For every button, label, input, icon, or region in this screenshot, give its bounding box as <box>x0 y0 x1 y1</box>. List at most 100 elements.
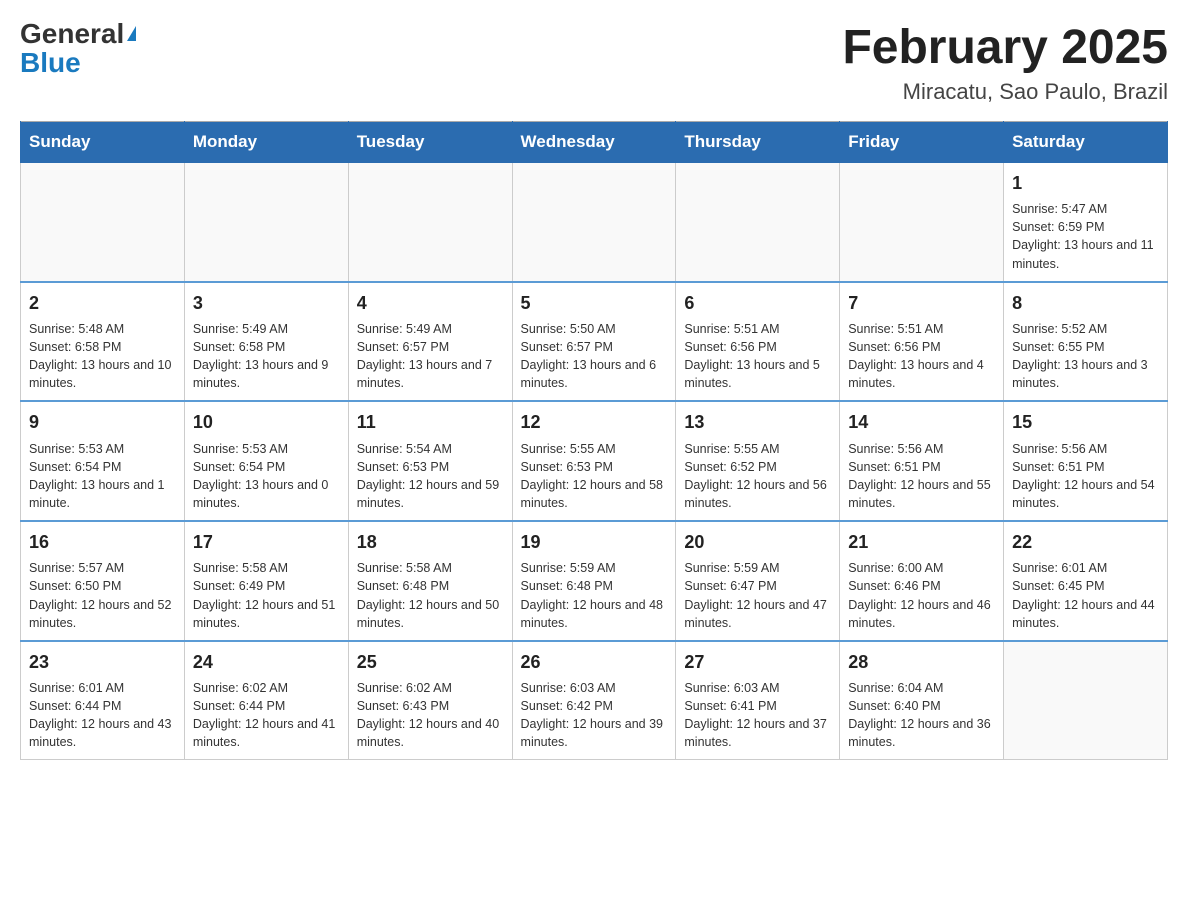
calendar-cell <box>21 163 185 282</box>
calendar-cell: 18 Sunrise: 5:58 AMSunset: 6:48 PMDayligh… <box>348 521 512 641</box>
day-number: 19 <box>521 530 668 555</box>
day-info: Sunrise: 5:50 AMSunset: 6:57 PMDaylight:… <box>521 320 668 393</box>
calendar-cell: 15 Sunrise: 5:56 AMSunset: 6:51 PMDayligh… <box>1004 401 1168 521</box>
day-info: Sunrise: 5:51 AMSunset: 6:56 PMDaylight:… <box>684 320 831 393</box>
day-info: Sunrise: 5:52 AMSunset: 6:55 PMDaylight:… <box>1012 320 1159 393</box>
day-info: Sunrise: 5:58 AMSunset: 6:48 PMDaylight:… <box>357 559 504 632</box>
day-number: 4 <box>357 291 504 316</box>
day-number: 26 <box>521 650 668 675</box>
calendar-cell: 1 Sunrise: 5:47 AMSunset: 6:59 PMDaylight… <box>1004 163 1168 282</box>
weekday-header-sunday: Sunday <box>21 122 185 163</box>
day-info: Sunrise: 5:58 AMSunset: 6:49 PMDaylight:… <box>193 559 340 632</box>
weekday-header-wednesday: Wednesday <box>512 122 676 163</box>
day-info: Sunrise: 5:51 AMSunset: 6:56 PMDaylight:… <box>848 320 995 393</box>
calendar-cell: 24 Sunrise: 6:02 AMSunset: 6:44 PMDayligh… <box>184 641 348 760</box>
calendar-cell: 4 Sunrise: 5:49 AMSunset: 6:57 PMDaylight… <box>348 282 512 402</box>
day-number: 24 <box>193 650 340 675</box>
day-number: 6 <box>684 291 831 316</box>
day-number: 2 <box>29 291 176 316</box>
week-row-2: 2 Sunrise: 5:48 AMSunset: 6:58 PMDaylight… <box>21 282 1168 402</box>
day-info: Sunrise: 5:47 AMSunset: 6:59 PMDaylight:… <box>1012 200 1159 273</box>
calendar-cell: 27 Sunrise: 6:03 AMSunset: 6:41 PMDayligh… <box>676 641 840 760</box>
day-info: Sunrise: 6:04 AMSunset: 6:40 PMDaylight:… <box>848 679 995 752</box>
calendar-cell <box>676 163 840 282</box>
day-info: Sunrise: 6:03 AMSunset: 6:41 PMDaylight:… <box>684 679 831 752</box>
day-number: 17 <box>193 530 340 555</box>
day-info: Sunrise: 5:49 AMSunset: 6:57 PMDaylight:… <box>357 320 504 393</box>
day-number: 22 <box>1012 530 1159 555</box>
calendar-cell: 8 Sunrise: 5:52 AMSunset: 6:55 PMDaylight… <box>1004 282 1168 402</box>
calendar-cell: 3 Sunrise: 5:49 AMSunset: 6:58 PMDaylight… <box>184 282 348 402</box>
week-row-5: 23Sunrise: 6:01 AMSunset: 6:44 PMDayligh… <box>21 641 1168 760</box>
logo-general: General <box>20 20 124 48</box>
day-info: Sunrise: 6:01 AMSunset: 6:45 PMDaylight:… <box>1012 559 1159 632</box>
calendar-cell: 26 Sunrise: 6:03 AMSunset: 6:42 PMDayligh… <box>512 641 676 760</box>
day-number: 21 <box>848 530 995 555</box>
day-number: 15 <box>1012 410 1159 435</box>
week-row-4: 16Sunrise: 5:57 AMSunset: 6:50 PMDayligh… <box>21 521 1168 641</box>
calendar-cell: 6 Sunrise: 5:51 AMSunset: 6:56 PMDaylight… <box>676 282 840 402</box>
logo: General Blue <box>20 20 136 79</box>
day-number: 7 <box>848 291 995 316</box>
calendar-cell: 21 Sunrise: 6:00 AMSunset: 6:46 PMDayligh… <box>840 521 1004 641</box>
title-section: February 2025 Miracatu, Sao Paulo, Brazi… <box>842 20 1168 105</box>
calendar-cell: 14 Sunrise: 5:56 AMSunset: 6:51 PMDayligh… <box>840 401 1004 521</box>
day-number: 3 <box>193 291 340 316</box>
day-number: 25 <box>357 650 504 675</box>
day-number: 1 <box>1012 171 1159 196</box>
month-title: February 2025 <box>842 20 1168 75</box>
day-number: 14 <box>848 410 995 435</box>
day-info: Sunrise: 5:59 AMSunset: 6:48 PMDaylight:… <box>521 559 668 632</box>
day-info: Sunrise: 5:55 AMSunset: 6:52 PMDaylight:… <box>684 440 831 513</box>
calendar-cell: 13 Sunrise: 5:55 AMSunset: 6:52 PMDayligh… <box>676 401 840 521</box>
location-title: Miracatu, Sao Paulo, Brazil <box>842 79 1168 105</box>
day-number: 27 <box>684 650 831 675</box>
calendar-cell: 20 Sunrise: 5:59 AMSunset: 6:47 PMDayligh… <box>676 521 840 641</box>
day-info: Sunrise: 6:00 AMSunset: 6:46 PMDaylight:… <box>848 559 995 632</box>
calendar-cell: 25 Sunrise: 6:02 AMSunset: 6:43 PMDayligh… <box>348 641 512 760</box>
day-number: 10 <box>193 410 340 435</box>
calendar-cell: 5Sunrise: 5:50 AMSunset: 6:57 PMDaylight… <box>512 282 676 402</box>
calendar-cell <box>512 163 676 282</box>
calendar-table: SundayMondayTuesdayWednesdayThursdayFrid… <box>20 121 1168 760</box>
calendar-cell: 17 Sunrise: 5:58 AMSunset: 6:49 PMDayligh… <box>184 521 348 641</box>
weekday-header-saturday: Saturday <box>1004 122 1168 163</box>
day-number: 8 <box>1012 291 1159 316</box>
calendar-cell <box>184 163 348 282</box>
day-info: Sunrise: 5:59 AMSunset: 6:47 PMDaylight:… <box>684 559 831 632</box>
day-number: 16 <box>29 530 176 555</box>
day-info: Sunrise: 6:01 AMSunset: 6:44 PMDaylight:… <box>29 679 176 752</box>
day-info: Sunrise: 5:54 AMSunset: 6:53 PMDaylight:… <box>357 440 504 513</box>
day-info: Sunrise: 5:56 AMSunset: 6:51 PMDaylight:… <box>1012 440 1159 513</box>
weekday-header-thursday: Thursday <box>676 122 840 163</box>
logo-triangle-icon <box>127 26 136 41</box>
day-number: 9 <box>29 410 176 435</box>
weekday-header-tuesday: Tuesday <box>348 122 512 163</box>
day-number: 13 <box>684 410 831 435</box>
calendar-cell: 10Sunrise: 5:53 AMSunset: 6:54 PMDayligh… <box>184 401 348 521</box>
calendar-cell: 7 Sunrise: 5:51 AMSunset: 6:56 PMDaylight… <box>840 282 1004 402</box>
calendar-cell <box>840 163 1004 282</box>
calendar-cell: 11Sunrise: 5:54 AMSunset: 6:53 PMDayligh… <box>348 401 512 521</box>
calendar-cell: 16Sunrise: 5:57 AMSunset: 6:50 PMDayligh… <box>21 521 185 641</box>
day-number: 18 <box>357 530 504 555</box>
calendar-cell <box>1004 641 1168 760</box>
day-info: Sunrise: 5:53 AMSunset: 6:54 PMDaylight:… <box>29 440 176 513</box>
logo-blue: Blue <box>20 48 81 79</box>
day-info: Sunrise: 5:55 AMSunset: 6:53 PMDaylight:… <box>521 440 668 513</box>
calendar-cell: 2 Sunrise: 5:48 AMSunset: 6:58 PMDaylight… <box>21 282 185 402</box>
calendar-cell: 19 Sunrise: 5:59 AMSunset: 6:48 PMDayligh… <box>512 521 676 641</box>
weekday-header-row: SundayMondayTuesdayWednesdayThursdayFrid… <box>21 122 1168 163</box>
day-number: 12 <box>521 410 668 435</box>
day-number: 28 <box>848 650 995 675</box>
week-row-1: 1 Sunrise: 5:47 AMSunset: 6:59 PMDaylight… <box>21 163 1168 282</box>
day-number: 20 <box>684 530 831 555</box>
day-info: Sunrise: 5:56 AMSunset: 6:51 PMDaylight:… <box>848 440 995 513</box>
calendar-cell <box>348 163 512 282</box>
calendar-cell: 22 Sunrise: 6:01 AMSunset: 6:45 PMDayligh… <box>1004 521 1168 641</box>
day-info: Sunrise: 6:02 AMSunset: 6:44 PMDaylight:… <box>193 679 340 752</box>
day-info: Sunrise: 6:03 AMSunset: 6:42 PMDaylight:… <box>521 679 668 752</box>
day-info: Sunrise: 5:48 AMSunset: 6:58 PMDaylight:… <box>29 320 176 393</box>
day-info: Sunrise: 6:02 AMSunset: 6:43 PMDaylight:… <box>357 679 504 752</box>
day-info: Sunrise: 5:49 AMSunset: 6:58 PMDaylight:… <box>193 320 340 393</box>
